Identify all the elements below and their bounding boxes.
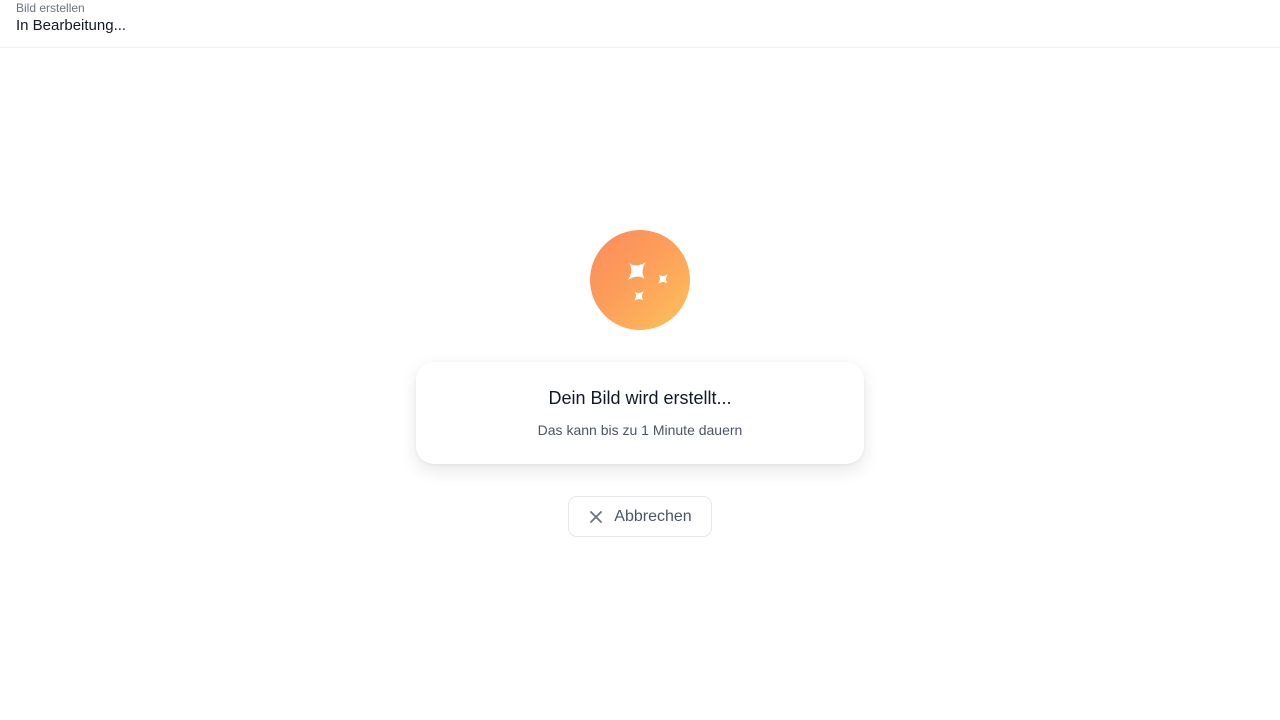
- page-subtitle: Bild erstellen: [16, 1, 85, 15]
- progress-heading: Dein Bild wird erstellt...: [548, 388, 732, 408]
- close-icon: [588, 509, 604, 525]
- cancel-button-label: Abbrechen: [614, 507, 692, 525]
- sparkles-badge: [590, 230, 690, 330]
- sparkles-icon: [627, 261, 668, 301]
- progress-card: Dein Bild wird erstellt... Das kann bis …: [416, 362, 864, 464]
- top-bar: Bild erstellen In Bearbeitung...: [0, 0, 1280, 48]
- page-title: In Bearbeitung...: [16, 17, 127, 34]
- progress-hint: Das kann bis zu 1 Minute dauern: [537, 422, 743, 438]
- cancel-button[interactable]: Abbrechen: [568, 496, 712, 537]
